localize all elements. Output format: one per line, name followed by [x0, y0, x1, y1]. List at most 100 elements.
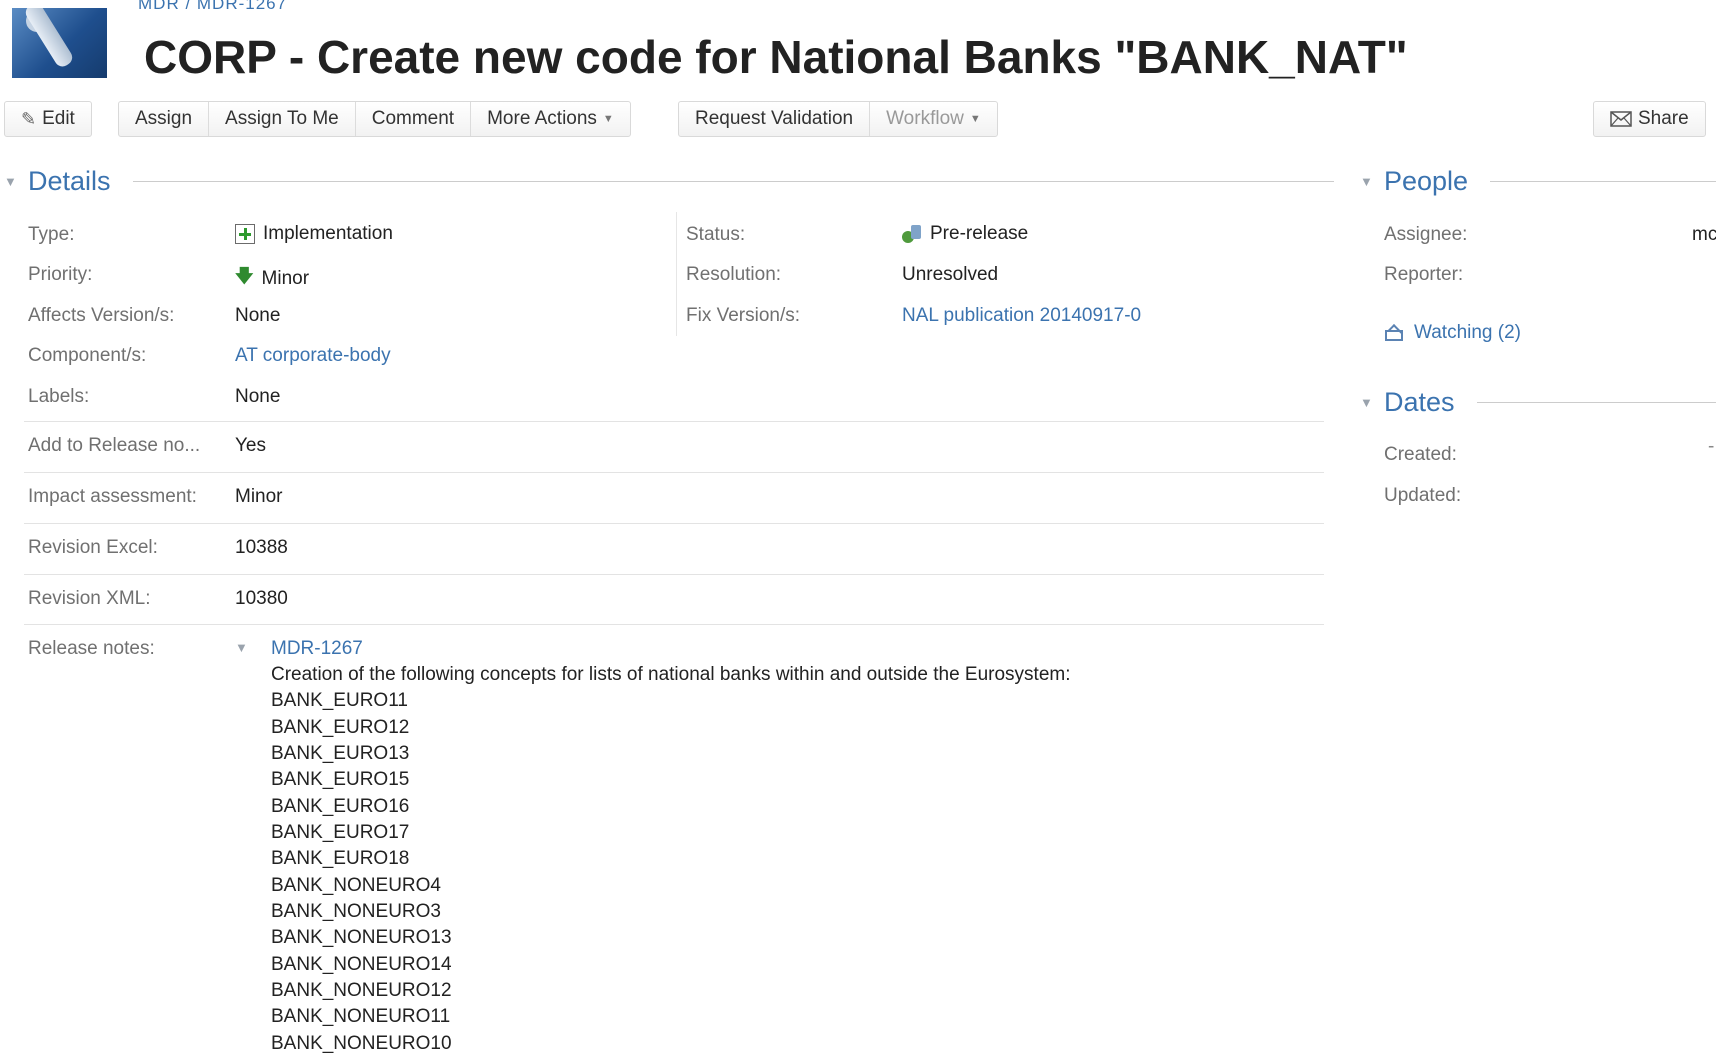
watching-link[interactable]: Watching (2)	[1384, 322, 1521, 344]
assignee-label: Assignee:	[1384, 224, 1468, 245]
section-rule	[1476, 402, 1716, 403]
add-to-release-value: Yes	[235, 435, 266, 456]
resolution-value: Unresolved	[902, 264, 999, 285]
more-actions-button[interactable]: More Actions ▼	[471, 102, 630, 136]
release-note-line: BANK_NONEURO12	[271, 980, 452, 1002]
release-notes-key-link[interactable]: MDR-1267	[271, 636, 1071, 662]
watch-icon	[1384, 324, 1406, 342]
release-notes: MDR-1267 Creation of the following conce…	[271, 636, 1071, 1057]
share-group: Share	[1593, 101, 1706, 137]
dates-header[interactable]: ▼ Dates	[1360, 387, 1716, 418]
arrow-down-icon: 🡇	[235, 266, 254, 286]
breadcrumb[interactable]: MDR / MDR-1267	[138, 0, 287, 14]
components-label: Component/s:	[28, 345, 147, 366]
assignee-value[interactable]: mc	[1692, 224, 1716, 246]
row-divider	[24, 523, 1324, 524]
edit-group: ✎ Edit	[4, 101, 92, 137]
collapse-icon[interactable]: ▼	[1360, 174, 1374, 189]
details-title: Details	[28, 166, 111, 196]
release-note-line: BANK_EURO12	[271, 716, 410, 738]
priority-text: Minor	[261, 268, 310, 289]
people-title: People	[1384, 166, 1469, 196]
release-note-line: BANK_EURO13	[271, 743, 410, 765]
chevron-down-icon: ▼	[969, 113, 981, 125]
more-actions-label: More Actions	[487, 108, 597, 129]
labels-label: Labels:	[28, 386, 90, 407]
type-text: Implementation	[263, 223, 393, 244]
fix-versions-label: Fix Version/s:	[686, 305, 801, 326]
release-note-line: BANK_NONEURO4	[271, 874, 441, 896]
comment-button[interactable]: Comment	[356, 102, 472, 136]
pencil-icon: ✎	[21, 108, 37, 129]
assign-button[interactable]: Assign	[119, 102, 210, 136]
details-header[interactable]: ▼ Details	[4, 166, 1334, 197]
release-note-line: Creation of the following concepts for l…	[271, 664, 1071, 685]
share-label: Share	[1638, 108, 1689, 129]
affects-versions-label: Affects Version/s:	[28, 305, 175, 326]
release-note-line: BANK_NONEURO10	[271, 1032, 452, 1054]
people-header[interactable]: ▼ People	[1360, 166, 1716, 197]
revision-xml-value: 10380	[235, 588, 288, 609]
updated-label: Updated:	[1384, 485, 1462, 506]
type-value: Implementation	[235, 223, 393, 245]
type-label: Type:	[28, 224, 75, 245]
release-note-line: BANK_EURO16	[271, 795, 410, 817]
workflow-group: Request Validation Workflow ▼	[678, 101, 998, 137]
created-value: -	[1708, 436, 1715, 457]
chevron-down-icon: ▼	[602, 113, 614, 125]
add-to-release-label: Add to Release no...	[28, 435, 201, 456]
release-note-line: BANK_EURO11	[271, 690, 408, 712]
row-divider	[24, 574, 1324, 575]
page-title: CORP - Create new code for National Bank…	[144, 31, 1408, 83]
collapse-icon[interactable]: ▼	[1360, 395, 1374, 410]
release-note-line: BANK_EURO15	[271, 769, 410, 791]
request-validation-button[interactable]: Request Validation	[679, 102, 871, 136]
revision-excel-value: 10388	[235, 537, 288, 558]
project-avatar[interactable]	[12, 8, 107, 78]
avatar-tool	[22, 8, 76, 70]
fix-version-link[interactable]: NAL publication 20140917-0	[902, 305, 1141, 327]
revision-excel-label: Revision Excel:	[28, 537, 158, 558]
status-label: Status:	[686, 224, 746, 245]
status-text: Pre-release	[930, 223, 1029, 244]
actions-group: Assign Assign To Me Comment More Actions…	[118, 101, 631, 137]
revision-xml-label: Revision XML:	[28, 588, 151, 609]
edit-button[interactable]: ✎ Edit	[5, 102, 91, 136]
release-notes-label: Release notes:	[28, 638, 155, 659]
row-divider	[24, 472, 1324, 473]
workflow-button[interactable]: Workflow ▼	[870, 102, 997, 136]
release-note-line: BANK_NONEURO11	[271, 1006, 451, 1028]
reporter-label: Reporter:	[1384, 264, 1464, 285]
status-value: Pre-release	[902, 223, 1028, 245]
section-rule	[1490, 181, 1716, 182]
assign-to-me-button[interactable]: Assign To Me	[209, 102, 356, 136]
section-rule	[132, 181, 1334, 182]
impact-assessment-value: Minor	[235, 486, 283, 507]
workflow-label: Workflow	[886, 108, 964, 129]
affects-versions-value: None	[235, 305, 281, 326]
labels-value: None	[235, 386, 281, 407]
priority-label: Priority:	[28, 264, 93, 285]
status-icon	[902, 224, 922, 244]
component-link[interactable]: AT corporate-body	[235, 345, 391, 367]
release-note-line: BANK_EURO17	[271, 822, 410, 844]
row-divider	[24, 421, 1324, 422]
created-label: Created:	[1384, 444, 1457, 465]
row-divider	[24, 624, 1324, 625]
collapse-icon[interactable]: ▼	[235, 640, 248, 655]
priority-value: 🡇 Minor	[235, 264, 309, 294]
resolution-label: Resolution:	[686, 264, 782, 285]
implementation-icon	[235, 224, 255, 244]
edit-label: Edit	[42, 108, 75, 129]
release-note-line: BANK_NONEURO3	[271, 901, 441, 923]
release-note-line: BANK_NONEURO14	[271, 953, 452, 975]
dates-title: Dates	[1384, 387, 1455, 417]
share-button[interactable]: Share	[1594, 102, 1705, 136]
impact-assessment-label: Impact assessment:	[28, 486, 197, 507]
collapse-icon[interactable]: ▼	[4, 174, 18, 189]
release-note-line: BANK_EURO18	[271, 848, 410, 870]
release-note-line: BANK_NONEURO13	[271, 927, 452, 949]
watching-text: Watching (2)	[1414, 322, 1521, 343]
column-divider	[676, 212, 677, 336]
mail-icon	[1610, 111, 1632, 127]
